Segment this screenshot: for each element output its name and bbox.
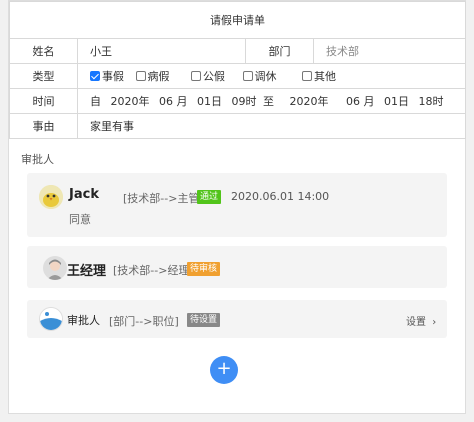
approver-card-placeholder[interactable]: 审批人 [部门-->职位] 待设置 设置 › bbox=[27, 300, 447, 338]
checkbox[interactable] bbox=[302, 71, 312, 81]
approval-comment: 同意 bbox=[69, 213, 91, 226]
type-option-label: 事假 bbox=[102, 70, 124, 83]
time-to-word: 至 bbox=[263, 95, 274, 108]
time-from-year[interactable]: 2020年 bbox=[111, 95, 150, 108]
type-option-bingjia[interactable]: 病假 bbox=[135, 68, 170, 84]
approver-card-jack: Jack [技术部-->主管] 通过 2020.06.01 14:00 同意 bbox=[27, 173, 447, 237]
reason-field[interactable]: 家里有事 bbox=[77, 113, 466, 139]
checkbox[interactable] bbox=[90, 71, 100, 81]
time-to-day[interactable]: 01日 bbox=[384, 95, 409, 108]
type-option-shijia[interactable]: 事假 bbox=[90, 68, 124, 84]
approver-name: 审批人 bbox=[67, 314, 100, 327]
time-label: 时间 bbox=[9, 88, 78, 114]
checkbox[interactable] bbox=[135, 71, 146, 81]
time-from-day[interactable]: 01日 bbox=[197, 95, 222, 108]
name-field[interactable]: 小王 bbox=[77, 38, 246, 64]
type-option-label: 公假 bbox=[203, 70, 225, 83]
default-avatar-icon bbox=[39, 307, 63, 331]
time-from-hour[interactable]: 09时 bbox=[232, 95, 257, 108]
type-option-label: 其他 bbox=[314, 70, 336, 83]
reason-label: 事由 bbox=[9, 113, 78, 139]
person-avatar-icon bbox=[43, 256, 67, 280]
status-badge-unset: 待设置 bbox=[187, 313, 221, 327]
type-option-qita[interactable]: 其他 bbox=[302, 68, 336, 84]
approver-name: Jack bbox=[69, 187, 99, 202]
time-to-year[interactable]: 2020年 bbox=[290, 95, 329, 108]
type-options: 事假 病假 公假 调休 其他 bbox=[77, 63, 466, 89]
name-label: 姓名 bbox=[9, 38, 78, 64]
time-from-month[interactable]: 06 月 bbox=[159, 95, 188, 108]
approver-role: [技术部-->主管] bbox=[123, 192, 204, 205]
checkbox[interactable] bbox=[191, 71, 201, 81]
approver-role: [技术部-->经理] bbox=[113, 264, 194, 277]
approval-timestamp: 2020.06.01 14:00 bbox=[231, 190, 330, 203]
type-option-tiaoxiu[interactable]: 调休 bbox=[242, 68, 277, 84]
time-to-hour[interactable]: 18时 bbox=[419, 95, 444, 108]
form-title: 请假申请单 bbox=[9, 1, 466, 39]
leave-form-table: 请假申请单 姓名 小王 部门 技术部 类型 事假 病假 公假 调休 其他 时间 … bbox=[9, 1, 466, 139]
approval-section-title: 审批人 bbox=[21, 153, 54, 166]
status-badge-approved: 通过 bbox=[197, 190, 222, 204]
dept-field[interactable]: 技术部 bbox=[313, 38, 466, 64]
set-approver-link[interactable]: 设置 › bbox=[406, 313, 436, 328]
time-to-month[interactable]: 06 月 bbox=[346, 95, 375, 108]
add-approver-button[interactable]: + bbox=[210, 356, 238, 384]
approver-name: 王经理 bbox=[67, 264, 107, 279]
approver-role: [部门-->职位] bbox=[109, 315, 179, 328]
type-option-label: 病假 bbox=[147, 70, 170, 83]
chevron-right-icon: › bbox=[432, 317, 437, 328]
type-label: 类型 bbox=[9, 63, 78, 89]
leave-form-panel: 请假申请单 姓名 小王 部门 技术部 类型 事假 病假 公假 调休 其他 时间 … bbox=[8, 0, 466, 414]
chick-avatar-icon bbox=[39, 185, 63, 209]
type-option-label: 调休 bbox=[254, 70, 277, 83]
status-badge-pending: 待审核 bbox=[187, 262, 221, 276]
dept-label: 部门 bbox=[245, 38, 314, 64]
time-range: 自 2020年 06 月 01日 09时 至 2020年 06 月 01日 18… bbox=[77, 88, 466, 114]
set-label: 设置 bbox=[406, 317, 426, 328]
approver-card-manager: 王经理 [技术部-->经理] 待审核 bbox=[27, 246, 447, 288]
type-option-gongjia[interactable]: 公假 bbox=[191, 68, 225, 84]
time-from-word: 自 bbox=[90, 95, 101, 108]
checkbox[interactable] bbox=[242, 71, 253, 81]
